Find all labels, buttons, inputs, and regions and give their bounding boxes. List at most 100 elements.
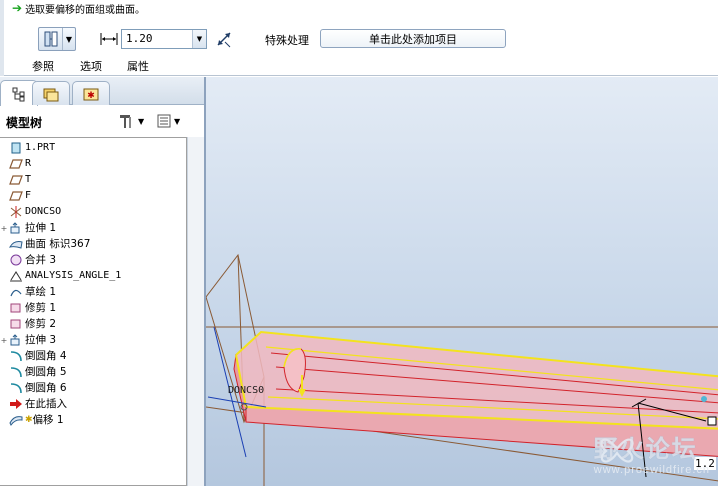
- tree-item[interactable]: ✱ 偏移 1: [0, 412, 185, 428]
- datum-plane-icon: [8, 189, 24, 203]
- tab-favorites[interactable]: ✱: [72, 81, 110, 105]
- tree-item-label: ANALYSIS_ANGLE_1: [25, 270, 122, 281]
- coordinate-system-icon: [8, 205, 24, 219]
- dashboard-tabs: 参照 选项 属性: [0, 56, 718, 74]
- tree-item[interactable]: 1.PRT: [0, 140, 185, 156]
- extrude-icon: [8, 333, 24, 347]
- navigator-tabs: ✱: [0, 77, 204, 106]
- tree-item-label: 在此插入: [25, 398, 67, 410]
- folder-icon: [43, 88, 59, 101]
- tree-item-label: 1.PRT: [25, 142, 56, 153]
- favorites-icon: ✱: [83, 88, 99, 101]
- tree-item-label: 修剪 2: [25, 318, 57, 330]
- message-prompt: ➔ 选取要偏移的面组或曲面。: [12, 1, 146, 16]
- model-geometry: [206, 253, 718, 486]
- tree-item[interactable]: F: [0, 188, 185, 204]
- tree-item-label: DONCSO: [25, 206, 62, 217]
- feature-dashboard: ➔ 选取要偏移的面组或曲面。 ▼ 1.20 ▼ 特殊处理 单击此处添加项目 参照…: [0, 0, 718, 76]
- tree-item[interactable]: 倒圆角 4: [0, 348, 185, 364]
- datum-plane-icon: [8, 157, 24, 171]
- offset-type-icon: [39, 28, 63, 50]
- tree-item-label: 曲面 标识367: [25, 238, 91, 250]
- tree-settings-button[interactable]: ▼: [118, 111, 148, 131]
- tree-item-label: R: [25, 158, 32, 169]
- surface-icon: [8, 237, 24, 251]
- tree-item-label: 倒圆角 6: [25, 382, 67, 394]
- flip-direction-icon[interactable]: [215, 30, 233, 48]
- round-icon: [8, 365, 24, 379]
- sketch-icon: [8, 285, 24, 299]
- tree-item-label: 修剪 1: [25, 302, 57, 314]
- tab-properties[interactable]: 属性: [127, 58, 149, 74]
- chevron-down-icon: ▼: [174, 116, 181, 126]
- tree-item[interactable]: 曲面 标识367: [0, 236, 185, 252]
- tab-folder-browser[interactable]: [32, 81, 70, 105]
- extrude-icon: [8, 221, 24, 235]
- dimension-icon: [100, 33, 118, 45]
- tree-item-label: 草绘 1: [25, 286, 57, 298]
- tree-item[interactable]: R: [0, 156, 185, 172]
- tree-scrollbar[interactable]: [187, 137, 204, 486]
- graphics-viewport[interactable]: DONCS0 1.2 野火论坛 www.proewildfire.cn: [204, 77, 718, 486]
- tab-references[interactable]: 参照: [32, 58, 54, 74]
- analysis-icon: [8, 269, 24, 283]
- list-icon: [157, 114, 171, 128]
- tree-item[interactable]: DONCSO: [0, 204, 185, 220]
- tree-item[interactable]: 修剪 1: [0, 300, 185, 316]
- insert-here-icon: [8, 397, 24, 411]
- tree-item[interactable]: 草绘 1: [0, 284, 185, 300]
- model-tree: 1.PRT R T F DONCSO + 拉伸 1 曲面 标识367 合并 3 ANALYSIS_…: [0, 137, 187, 486]
- round-icon: [8, 381, 24, 395]
- tree-item-label: 拉伸 1: [25, 222, 57, 234]
- thickness-value: 1.20: [126, 32, 153, 45]
- model-tree-title: 模型树: [6, 116, 43, 130]
- chevron-down-icon: ▼: [65, 34, 73, 44]
- datum-plane-icon: [8, 173, 24, 187]
- dashboard-controls: ▼ 1.20 ▼ 特殊处理 单击此处添加项目: [0, 24, 718, 56]
- drag-handle[interactable]: [707, 416, 717, 426]
- tree-item[interactable]: + 拉伸 3: [0, 332, 185, 348]
- navigator-panel: ✱ 模型树 ▼ ▼ 1.PRT R T F DONCSO + 拉伸 1 曲面 标识367 合并 …: [0, 77, 204, 486]
- tree-show-button[interactable]: ▼: [156, 111, 188, 131]
- special-handling-label: 特殊处理: [265, 34, 309, 47]
- chevron-down-icon[interactable]: ▼: [192, 30, 206, 48]
- expand-icon[interactable]: +: [0, 224, 8, 233]
- active-feature-icon: ✱: [25, 415, 33, 425]
- model-tree-header: 模型树 ▼ ▼: [0, 106, 204, 136]
- trim-icon: [8, 301, 24, 315]
- tree-item-label: 拉伸 3: [25, 334, 57, 346]
- offset-type-button[interactable]: ▼: [38, 27, 76, 51]
- tree-item[interactable]: 修剪 2: [0, 316, 185, 332]
- part-icon: [8, 141, 24, 155]
- model-tree-icon: [12, 87, 25, 101]
- tree-item[interactable]: ANALYSIS_ANGLE_1: [0, 268, 185, 284]
- prompt-text: 选取要偏移的面组或曲面。: [25, 4, 146, 16]
- tree-item-label: 偏移 1: [32, 414, 64, 426]
- add-item-label: 单击此处添加项目: [369, 32, 457, 46]
- arrow-right-icon: ➔: [12, 1, 23, 15]
- csys-label: DONCS0: [228, 385, 265, 396]
- svg-text:✱: ✱: [87, 91, 95, 101]
- tree-item[interactable]: 倒圆角 5: [0, 364, 185, 380]
- tree-item[interactable]: T: [0, 172, 185, 188]
- merge-icon: [8, 253, 24, 267]
- tree-item[interactable]: 合并 3: [0, 252, 185, 268]
- thickness-input[interactable]: 1.20 ▼: [121, 29, 207, 49]
- offset-icon: [8, 413, 24, 427]
- expand-icon[interactable]: +: [0, 336, 8, 345]
- handle-point[interactable]: [701, 396, 707, 402]
- tree-item[interactable]: 倒圆角 6: [0, 380, 185, 396]
- tree-item[interactable]: + 拉伸 1: [0, 220, 185, 236]
- tree-item-label: F: [25, 190, 32, 201]
- tree-item-label: T: [25, 174, 32, 185]
- tree-item[interactable]: 在此插入: [0, 396, 185, 412]
- tree-item-label: 倒圆角 5: [25, 366, 67, 378]
- watermark: 野火论坛 www.proewildfire.cn: [594, 429, 710, 476]
- watermark-logo-icon: [600, 438, 634, 463]
- tab-options[interactable]: 选项: [80, 58, 102, 74]
- add-item-collector[interactable]: 单击此处添加项目: [320, 29, 506, 48]
- trim-icon: [8, 317, 24, 331]
- tools-icon: [120, 115, 131, 128]
- tree-item-label: 合并 3: [25, 254, 57, 266]
- round-icon: [8, 349, 24, 363]
